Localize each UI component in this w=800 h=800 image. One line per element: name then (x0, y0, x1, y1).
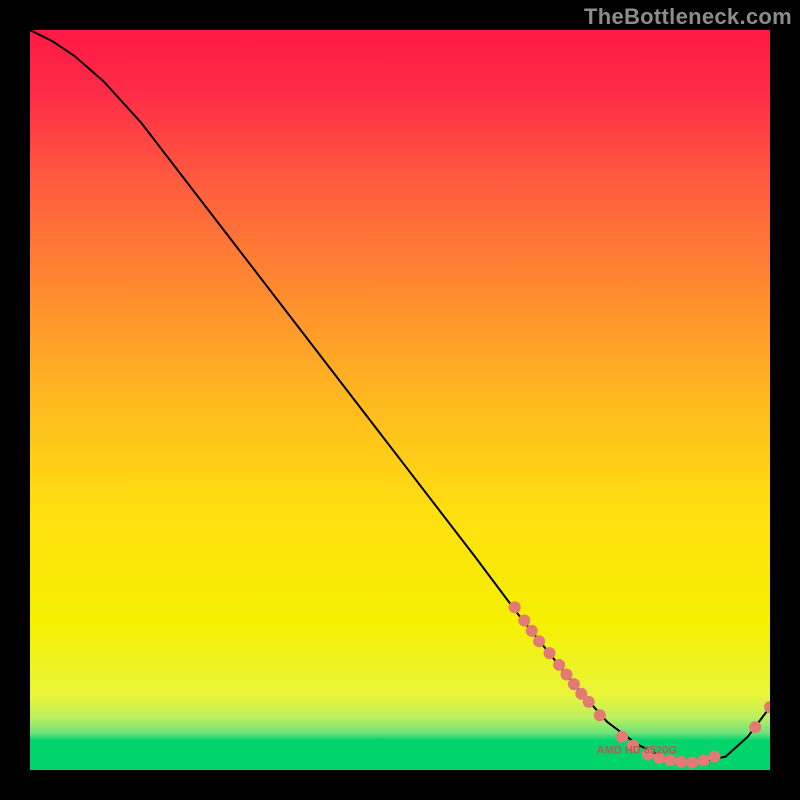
data-point (594, 709, 606, 721)
gradient-background (30, 30, 770, 770)
data-point (697, 754, 709, 766)
data-point (526, 625, 538, 637)
data-point (686, 757, 698, 769)
data-point (709, 751, 721, 763)
data-point (553, 659, 565, 671)
plot-area: AMD HD 6520G (30, 30, 770, 770)
data-point (749, 721, 761, 733)
data-point (583, 696, 595, 708)
data-point (533, 635, 545, 647)
data-point (509, 601, 521, 613)
data-point (561, 669, 573, 681)
bottleneck-chart: AMD HD 6520G (30, 30, 770, 770)
data-point (518, 615, 530, 627)
chart-frame: TheBottleneck.com AMD HD 6520G (0, 0, 800, 800)
data-point (675, 756, 687, 768)
data-point (568, 678, 580, 690)
watermark-text: TheBottleneck.com (584, 4, 792, 30)
data-point (616, 731, 628, 743)
data-point (543, 647, 555, 659)
series-label: AMD HD 6520G (597, 745, 677, 757)
